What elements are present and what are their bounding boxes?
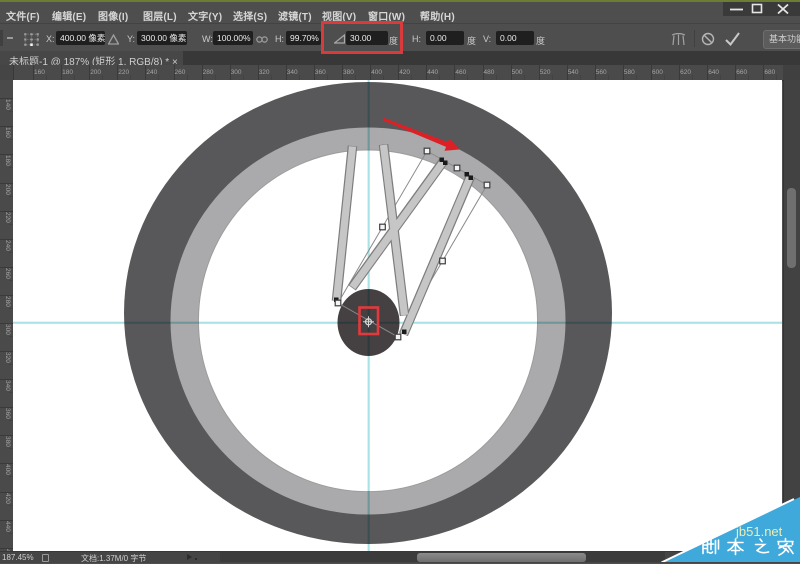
svg-text:jb51.net: jb51.net <box>735 524 783 539</box>
